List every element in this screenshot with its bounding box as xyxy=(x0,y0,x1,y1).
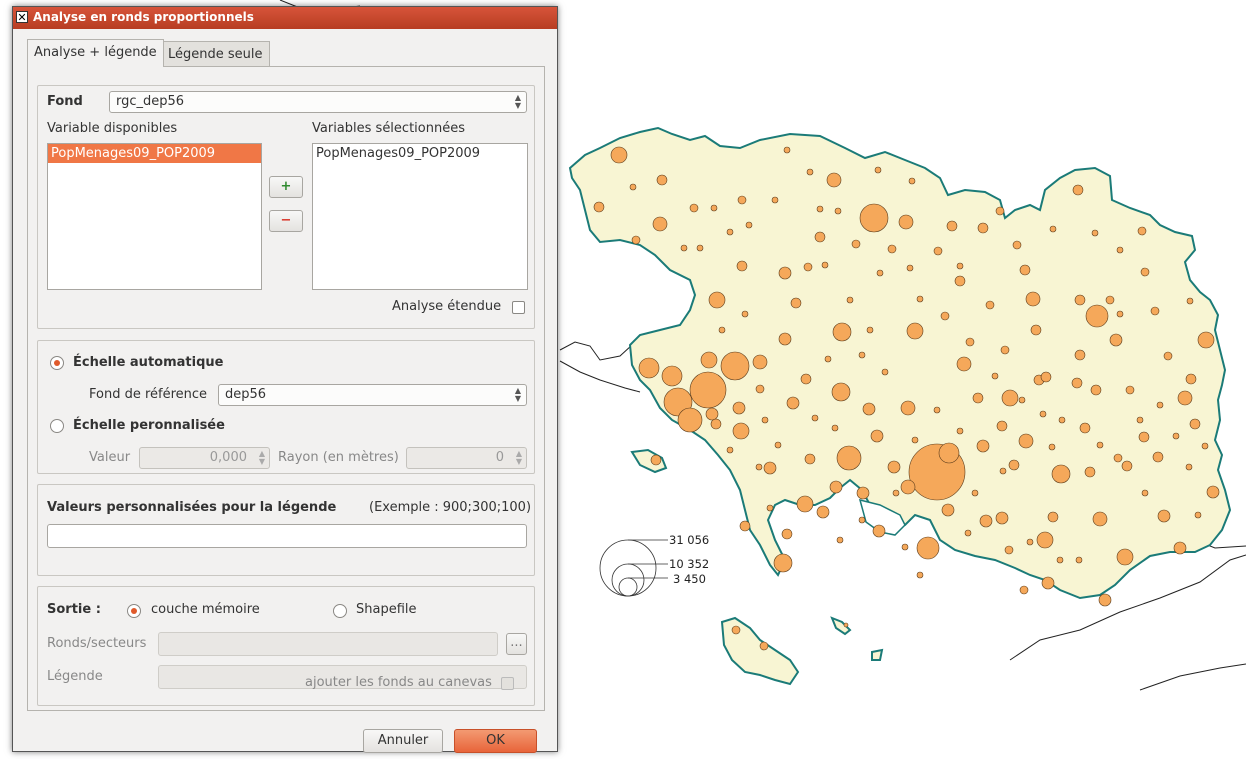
tab-legend-only[interactable]: Légende seule xyxy=(161,41,270,67)
add-variable-button[interactable]: + xyxy=(269,176,303,198)
remove-variable-button[interactable]: − xyxy=(269,210,303,232)
legend-values-example: (Exemple : 900;300;100) xyxy=(369,500,532,515)
legend-value-1: 31 056 xyxy=(669,533,709,547)
extended-analysis-checkbox[interactable] xyxy=(512,301,525,314)
extended-analysis-label: Analyse étendue xyxy=(392,299,502,314)
cancel-label: Annuler xyxy=(377,733,429,748)
scale-group: Échelle automatique Fond de référence de… xyxy=(37,340,535,474)
close-icon[interactable]: ✕ xyxy=(16,11,28,24)
tab-panel: Fond rgc_dep56 ▲ ▼ Variable disponibles V… xyxy=(27,66,545,711)
proportional-circles-dialog: ✕ Analyse en ronds proportionnels Analys… xyxy=(12,6,558,753)
updown-arrows-icon: ▲ ▼ xyxy=(515,449,522,466)
ok-button[interactable]: OK xyxy=(454,729,537,753)
shapefile-label: Shapefile xyxy=(356,602,417,617)
auto-scale-radio[interactable] xyxy=(50,356,64,370)
value-spinbox-value: 0,000 xyxy=(209,450,247,465)
output-label: Sortie : xyxy=(47,602,101,617)
title-bar[interactable]: ✕ Analyse en ronds proportionnels xyxy=(13,7,557,29)
custom-scale-radio[interactable] xyxy=(50,419,64,433)
map-legend: 31 056 10 352 3 450 xyxy=(599,533,709,597)
add-to-canvas-checkbox[interactable] xyxy=(501,677,514,690)
list-item[interactable]: PopMenages09_POP2009 xyxy=(48,144,261,163)
auto-scale-label: Échelle automatique xyxy=(73,355,224,370)
value-spinbox[interactable]: 0,000 ▲ ▼ xyxy=(139,447,270,469)
radius-label: Rayon (en mètres) xyxy=(278,450,399,465)
circles-path-input[interactable] xyxy=(158,632,498,656)
tab-analysis-legend[interactable]: Analyse + légende xyxy=(27,39,164,67)
minus-icon: − xyxy=(280,213,292,228)
fond-select[interactable]: rgc_dep56 ▲ ▼ xyxy=(109,91,527,113)
reference-select[interactable]: dep56 ▲ ▼ xyxy=(218,384,527,406)
legend-value-2: 10 352 xyxy=(669,557,709,571)
island-hoedic xyxy=(871,648,884,661)
legend-value-3: 3 450 xyxy=(673,572,706,586)
updown-arrows-icon: ▲ ▼ xyxy=(258,449,265,466)
radius-spinbox-value: 0 xyxy=(495,450,504,465)
shapefile-radio[interactable] xyxy=(333,604,347,618)
list-item[interactable]: PopMenages09_POP2009 xyxy=(313,144,527,163)
radius-spinbox[interactable]: 0 ▲ ▼ xyxy=(406,447,527,469)
fond-label: Fond xyxy=(47,94,83,109)
browse-label: ... xyxy=(510,635,523,650)
reference-select-value: dep56 xyxy=(225,387,267,402)
updown-arrows-icon: ▲ ▼ xyxy=(514,386,521,403)
legend-path-label: Légende xyxy=(47,669,103,684)
legend-values-input[interactable] xyxy=(47,524,527,548)
selected-variables-list[interactable]: PopMenages09_POP2009 xyxy=(312,143,528,290)
variables-group: Fond rgc_dep56 ▲ ▼ Variable disponibles V… xyxy=(37,85,535,329)
browse-button[interactable]: ... xyxy=(506,633,527,655)
memory-layer-radio[interactable] xyxy=(127,604,141,618)
cancel-button[interactable]: Annuler xyxy=(363,729,443,753)
available-variables-label: Variable disponibles xyxy=(47,121,178,136)
selected-variables-label: Variables sélectionnées xyxy=(312,121,465,136)
reference-label: Fond de référence xyxy=(89,387,208,402)
fond-select-value: rgc_dep56 xyxy=(116,94,185,109)
value-label: Valeur xyxy=(89,450,131,465)
updown-arrows-icon: ▲ ▼ xyxy=(514,93,521,110)
plus-icon: + xyxy=(280,179,292,194)
window-title: Analyse en ronds proportionnels xyxy=(33,10,254,24)
memory-layer-label: couche mémoire xyxy=(151,602,260,617)
ok-label: OK xyxy=(486,733,505,748)
circles-path-label: Ronds/secteurs xyxy=(47,636,147,651)
legend-values-label: Valeurs personnalisées pour la légende xyxy=(47,500,337,515)
add-to-canvas-label: ajouter les fonds au canevas xyxy=(305,675,492,690)
custom-scale-label: Échelle peronnalisée xyxy=(73,418,225,433)
legend-values-group: Valeurs personnalisées pour la légende (… xyxy=(37,484,535,576)
available-variables-list[interactable]: PopMenages09_POP2009 xyxy=(47,143,262,290)
